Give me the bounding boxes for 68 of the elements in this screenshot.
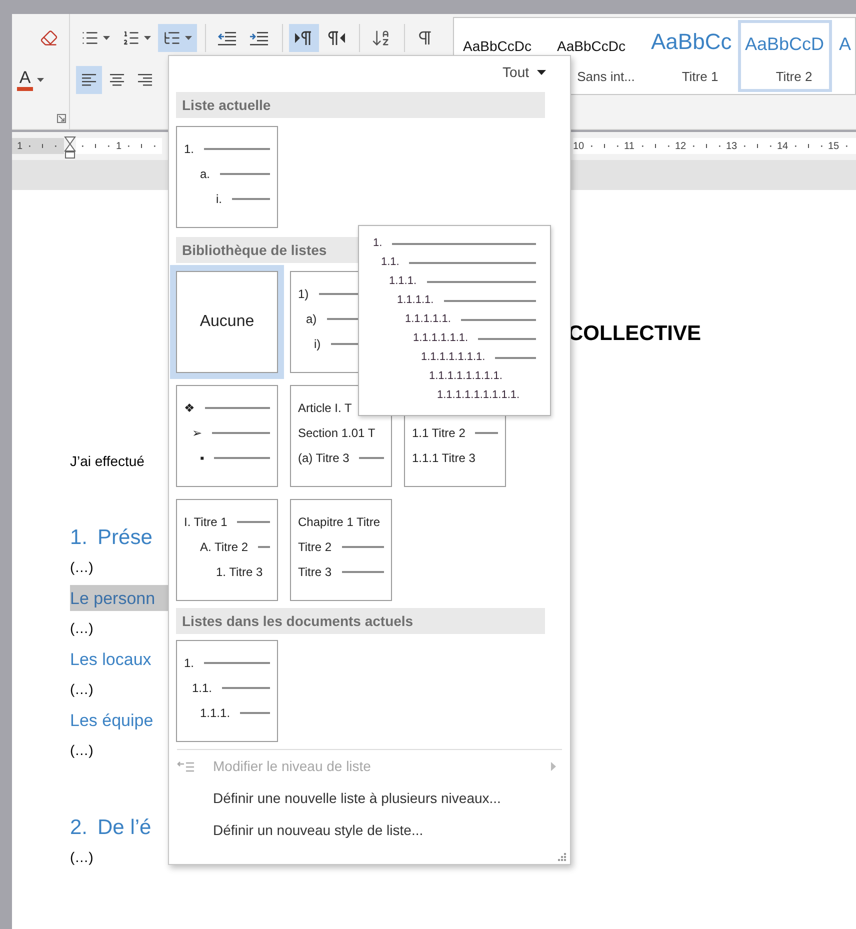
ruler-number: 12: [675, 140, 687, 154]
list-level-label: 1.1.1.1.1.1.1.: [421, 350, 486, 366]
list-level-label: 1.: [184, 654, 194, 672]
list-level-label: 1.1.1 Titre 3: [412, 450, 476, 466]
menu-item-label: Modifier le niveau de liste: [213, 756, 372, 776]
list-level-label: (a) Titre 3: [298, 450, 350, 466]
ruler-number: 11: [624, 140, 636, 154]
list-level-label: A. Titre 2: [200, 538, 248, 556]
ruler-number: 13: [726, 140, 738, 154]
body-text: J’ai effectué: [70, 452, 144, 470]
ruler-number: 15: [828, 140, 840, 154]
list-level-label: Titre 3: [298, 564, 332, 580]
list-level-label: ➢: [192, 424, 202, 442]
section-header: Liste actuelle: [176, 92, 545, 118]
heading-number: 2.: [70, 814, 88, 840]
list-level-label: 1.1.1.1.1.1.1.1.: [429, 369, 502, 384]
body-text: (…): [70, 848, 94, 868]
list-level-label: i.: [216, 190, 222, 208]
list-level-label: ❖: [184, 400, 195, 416]
style-sample: AaBbCc: [651, 28, 732, 53]
menu-item-label: Définir une nouvelle liste à plusieurs niveaux...: [213, 788, 502, 808]
menu-item-label: Définir un nouveau style de liste...: [213, 820, 424, 840]
none-label: Aucune: [200, 312, 254, 332]
body-text: (…): [70, 741, 94, 760]
body-text: (…): [70, 680, 94, 700]
style-label: Titre 1: [680, 68, 720, 86]
list-level-label: 1.1.1.1.1.1.: [413, 331, 468, 346]
ruler-number: 14: [777, 140, 789, 154]
list-level-label: I. Titre 1: [184, 514, 228, 530]
ruler-number: 10: [573, 140, 585, 154]
subheading-text: Le personn: [70, 585, 168, 612]
style-label: Sans int...: [576, 68, 636, 86]
list-level-label: ▪: [200, 450, 204, 466]
heading-number: 1.: [70, 524, 88, 550]
ruler-number: 1: [17, 140, 23, 154]
list-level-label: 1.1 Titre 2: [412, 424, 466, 442]
document-title: COLLECTIVE: [568, 321, 702, 348]
body-text: (…): [70, 619, 94, 638]
list-level-label: i): [314, 336, 321, 352]
list-level-label: a.: [200, 166, 210, 182]
style-sample: AaBbCcD: [745, 33, 824, 53]
list-level-label: Titre 2: [298, 538, 332, 556]
list-level-label: 1.1.1.: [389, 274, 417, 290]
list-level-label: 1.: [373, 236, 382, 252]
style-sample: AaBbCcDc: [463, 37, 532, 53]
list-level-label: 1.: [184, 140, 194, 158]
list-level-label: 1.1.: [192, 680, 212, 696]
list-level-label: a): [306, 310, 317, 328]
heading-text: Prése: [98, 524, 152, 550]
list-level-label: 1. Titre 3: [216, 564, 263, 580]
section-header: Listes dans les documents actuels: [176, 608, 545, 634]
font-color-label: A: [19, 69, 31, 86]
list-level-label: 1.1.1.: [200, 704, 230, 722]
list-level-label: Article I. T: [298, 400, 352, 416]
list-level-label: 1.1.1.1.1.1.1.1.1.: [437, 388, 520, 404]
ruler-number: 1: [116, 140, 122, 154]
subheading-text: Les locaux: [70, 648, 152, 670]
list-level-label: 1): [298, 286, 309, 302]
style-label: Titre 2: [774, 68, 814, 86]
list-level-label: 1.1.1.1.1.: [405, 312, 451, 328]
style-sample: A: [839, 33, 852, 53]
subheading-text: Les équipe: [70, 710, 154, 732]
heading-text: De l’é: [98, 814, 152, 840]
style-sample: AaBbCcDc: [557, 37, 626, 53]
list-level-label: 1.1.1.1.: [397, 293, 434, 308]
body-text: (…): [70, 558, 94, 578]
list-level-label: Section 1.01 T: [298, 424, 376, 442]
list-level-label: Chapitre 1 Titre: [298, 514, 380, 530]
